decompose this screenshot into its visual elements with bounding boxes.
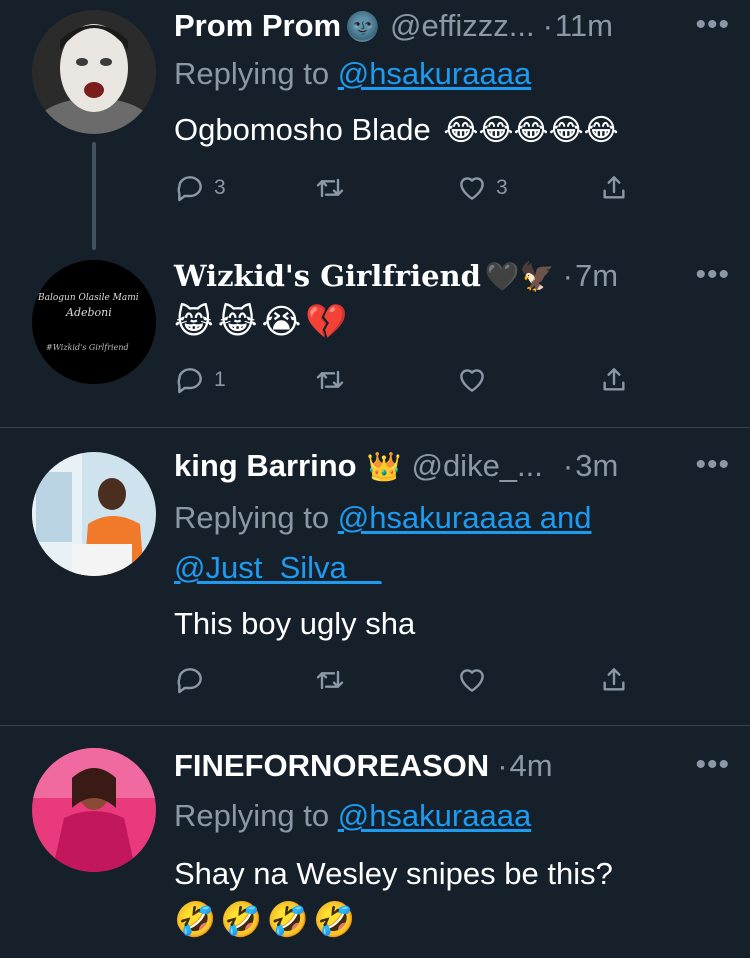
tweet-emoji-text: 😹😹😭💔 (174, 302, 352, 342)
mention-link[interactable]: @hsakuraaaa (338, 798, 531, 833)
name-emoji: 👑 (366, 449, 402, 483)
like-button[interactable]: 3 (456, 172, 508, 204)
retweet-icon (316, 670, 344, 690)
share-button[interactable] (598, 364, 630, 396)
tweet-body: This boy ugly sha (174, 606, 416, 641)
retweet-icon (316, 370, 344, 390)
more-options-icon[interactable]: ••• (695, 448, 730, 482)
heart-icon (460, 369, 484, 392)
handle[interactable]: @effizzz... (390, 8, 535, 44)
tweet-text: Ogbomosho Blade 😂😂😂😂😂 (174, 112, 619, 148)
replying-to-cont: @Just_Silva__ (174, 550, 381, 586)
handle[interactable]: @dike_... (411, 448, 542, 484)
separator-dot: · (562, 448, 574, 483)
separator-dot: · (497, 748, 508, 783)
reply-button[interactable]: 1 (174, 364, 226, 396)
tweet-body: Shay na Wesley snipes be this? (174, 856, 613, 891)
more-options-icon[interactable]: ••• (695, 258, 730, 292)
action-bar: 3 3 (174, 172, 644, 212)
separator-dot: · (562, 258, 573, 293)
share-button[interactable] (598, 664, 630, 696)
reply-count: 1 (214, 368, 226, 391)
tweet-body: Ogbomosho Blade (174, 112, 431, 147)
avatar[interactable] (32, 10, 156, 134)
retweet-button[interactable] (314, 664, 346, 696)
tweet-header: FINEFORNOREASON · 4m (174, 742, 730, 790)
tweet-4[interactable]: FINEFORNOREASON · 4m ••• Replying to @hs… (0, 726, 750, 958)
retweet-button[interactable] (314, 172, 354, 204)
reply-button[interactable]: 3 (174, 172, 226, 204)
mention-link[interactable]: @Just_Silva__ (174, 550, 381, 585)
reply-icon (177, 368, 202, 394)
name-emoji: 🌚 (345, 9, 380, 43)
tweet-header: king Barrino 👑 @dike_... · 3m (174, 442, 730, 490)
text-emoji: 😂😂😂😂😂 (443, 113, 619, 148)
tweet-header: Wizkid's Girlfriend 🖤🦅 · 7m (174, 252, 730, 300)
share-button[interactable] (598, 172, 630, 204)
retweet-button[interactable] (314, 364, 346, 396)
heart-icon (460, 669, 484, 692)
replying-to: Replying to @hsakuraaaa (174, 798, 531, 834)
replying-label: Replying to (174, 500, 330, 535)
display-name[interactable]: Prom Prom (174, 8, 341, 44)
tweet-1[interactable]: Prom Prom 🌚 @effizzz... · 11m ••• Replyi… (0, 0, 750, 250)
tweet-3[interactable]: king Barrino 👑 @dike_... · 3m ••• Replyi… (0, 428, 750, 725)
like-button[interactable] (456, 364, 488, 396)
tweet-2[interactable]: Balogun Olasile Mami Adeboni #Wizkid's G… (0, 250, 750, 427)
reply-icon (177, 668, 202, 694)
reply-icon (177, 176, 202, 202)
thread-line (92, 142, 96, 250)
like-count: 3 (496, 176, 508, 199)
avatar[interactable] (32, 452, 156, 576)
share-icon (603, 668, 625, 691)
avatar[interactable]: Balogun Olasile Mami Adeboni #Wizkid's G… (32, 260, 156, 384)
action-bar (174, 664, 644, 704)
reply-count: 3 (214, 176, 226, 199)
tweet-text: Shay na Wesley snipes be this? (174, 856, 613, 892)
avatar-text-line1: Balogun Olasile Mami (37, 293, 139, 303)
display-name[interactable]: FINEFORNOREASON (174, 748, 489, 784)
action-bar: 1 (174, 364, 644, 404)
avatar[interactable] (32, 748, 156, 872)
heart-icon (460, 177, 484, 200)
like-button[interactable] (456, 664, 488, 696)
tweet-header: Prom Prom 🌚 @effizzz... · 11m (174, 2, 730, 50)
share-icon (603, 368, 625, 391)
replying-label: Replying to (174, 798, 330, 833)
timestamp[interactable]: 11m (555, 8, 613, 44)
retweet-icon (316, 178, 344, 198)
timestamp[interactable]: 3m (575, 448, 618, 484)
replying-to: Replying to @hsakuraaaa (174, 56, 531, 92)
avatar-text-line3: #Wizkid's Girlfriend (46, 343, 129, 352)
replying-label: Replying to (174, 56, 330, 91)
share-icon (603, 176, 625, 199)
timestamp[interactable]: 4m (510, 748, 553, 784)
mention-link[interactable]: @hsakuraaaa (338, 56, 531, 91)
separator-dot: · (542, 8, 553, 43)
tweet-text: This boy ugly sha (174, 606, 415, 642)
more-options-icon[interactable]: ••• (695, 748, 730, 782)
replying-to: Replying to @hsakuraaaa and (174, 500, 592, 536)
avatar-text-line2: Adeboni (65, 306, 112, 319)
more-options-icon[interactable]: ••• (695, 8, 730, 42)
name-emoji: 🖤🦅 (484, 259, 555, 293)
mention-link[interactable]: @hsakuraaaa and (338, 500, 592, 535)
tweet-emoji-text: 🤣🤣🤣🤣 (174, 900, 360, 940)
display-name[interactable]: king Barrino (174, 448, 357, 484)
timestamp[interactable]: 7m (575, 258, 618, 294)
reply-button[interactable] (174, 664, 206, 696)
display-name[interactable]: Wizkid's Girlfriend (174, 259, 481, 293)
